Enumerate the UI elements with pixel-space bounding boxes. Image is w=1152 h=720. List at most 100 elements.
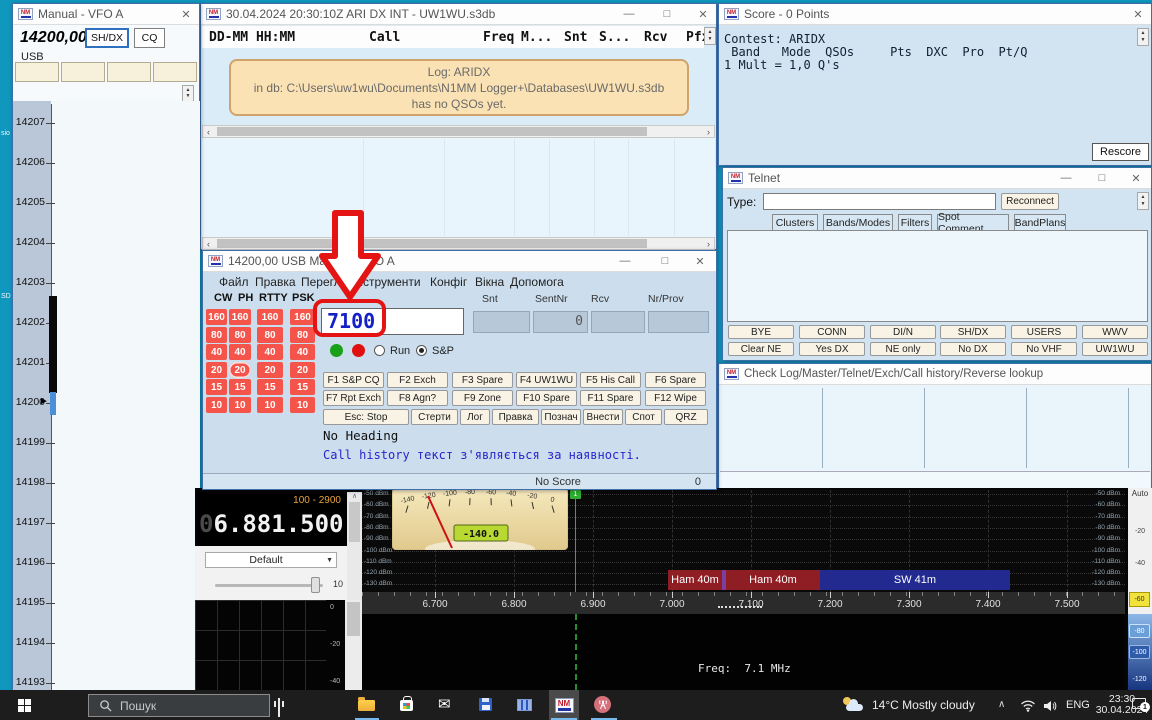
taskbar-item-mail[interactable]: ✉ [438,695,451,714]
band-button-CW-20[interactable]: 20 [206,362,227,378]
telnet-button-users[interactable]: USERS [1011,325,1077,339]
minimize-icon[interactable]: — [610,251,640,271]
telnet-button-nodx[interactable]: No DX [940,342,1006,356]
spot-button[interactable]: Спот [625,409,662,425]
log-column-header[interactable]: DD-MM HH:MM [209,30,295,45]
menu-help[interactable]: Допомога [510,275,564,289]
tab-clusters[interactable]: Clusters [772,214,818,230]
log-column-header[interactable]: Snt [564,30,587,45]
language-indicator[interactable]: ENG [1066,699,1090,711]
fkey-button-F12[interactable]: F12 Wipe [645,390,706,406]
band-button-RTTY-40[interactable]: 40 [257,344,283,360]
band-button-CW-80[interactable]: 80 [206,327,227,343]
close-icon[interactable]: ✕ [688,4,718,24]
telnet-button-din[interactable]: DI/N [870,325,936,339]
telnet-button-uw1wu[interactable]: UW1WU [1082,342,1148,356]
telnet-type-input[interactable] [763,193,996,210]
search-box[interactable]: Пошук [88,694,270,717]
menu-edit[interactable]: Правка [255,275,296,289]
telnet-button-yesdx[interactable]: Yes DX [799,342,865,356]
red-status-light[interactable] [352,344,365,357]
tab-bandplans[interactable]: BandPlans [1014,214,1066,230]
log-column-header[interactable]: S... [599,30,630,45]
band-button-PH-10[interactable]: 10 [229,397,251,413]
weather-widget[interactable] [843,697,865,713]
taskbar-item-n1mm-active[interactable]: NM [549,690,579,720]
band-button-PSK-160[interactable]: 160 [290,309,315,325]
band-button-PH-160[interactable]: 160 [229,309,251,325]
waterfall-panel[interactable]: Freq: 7.1 MHz [362,614,1125,690]
fkey-button-F5[interactable]: F5 His Call [580,372,641,388]
close-icon[interactable]: ✕ [1123,4,1152,24]
weather-text[interactable]: 14°C Mostly cloudy [872,698,975,712]
minimize-icon[interactable]: — [1051,168,1081,188]
maximize-icon[interactable]: □ [1087,168,1117,188]
telnet-button-bye[interactable]: BYE [728,325,794,339]
telnet-output-pane[interactable] [727,230,1148,322]
band-button-RTTY-160[interactable]: 160 [257,309,283,325]
band-button-PSK-20[interactable]: 20 [290,362,315,378]
telnet-button-novhf[interactable]: No VHF [1011,342,1077,356]
telnet-button-neonly[interactable]: NE only [870,342,936,356]
maximize-icon[interactable]: □ [650,251,680,271]
waterfall-tuning-line[interactable] [575,614,577,690]
spin-up-icon[interactable]: ▲ [1141,195,1146,200]
scrollbar-thumb[interactable] [217,239,647,248]
fkey-button-F2[interactable]: F2 Exch [387,372,448,388]
mark-button[interactable]: Познач [541,409,581,425]
score-spinner[interactable]: ▲ ▼ [1137,28,1149,46]
run-radio-label[interactable]: Run [390,345,410,357]
sp-radio-label[interactable]: S&P [432,345,454,357]
band-button-CW-40[interactable]: 40 [206,344,227,360]
band-button-CW-15[interactable]: 15 [206,379,227,395]
tab-filters[interactable]: Filters [898,214,932,230]
edit-button[interactable]: Правка [492,409,539,425]
fkey-button-F3[interactable]: F3 Spare [452,372,513,388]
fkey-button-F4[interactable]: F4 UW1WU [516,372,577,388]
store-button[interactable]: Внести [583,409,623,425]
menu-file[interactable]: Файл [219,275,249,289]
log-column-header[interactable]: Rcv [644,30,667,45]
band-button-RTTY-80[interactable]: 80 [257,327,283,343]
band-button-PH-15[interactable]: 15 [229,379,251,395]
log-column-header[interactable]: M... [521,30,552,45]
taskbar-item-explorer[interactable] [358,696,375,711]
log-spinner[interactable]: ▲ ▼ [704,27,716,45]
profile-dropdown[interactable]: Default ▼ [205,552,337,568]
auto-gain-label[interactable]: Auto [1128,488,1152,498]
log-hscrollbar2[interactable]: ‹ › [202,237,715,250]
scroll-left-icon[interactable]: ‹ [203,238,214,249]
volume-tray-item[interactable] [1043,699,1058,717]
menu-windows[interactable]: Вікна [475,275,504,289]
fkey-button-F9[interactable]: F9 Zone [452,390,513,406]
rescore-button[interactable]: Rescore [1092,143,1149,161]
wipe-button[interactable]: Стерти [411,409,458,425]
telnet-button-wwv[interactable]: WWV [1082,325,1148,339]
scrollbar-thumb[interactable] [347,602,360,636]
band-button-CW-10[interactable]: 10 [206,397,227,413]
frequency-scale[interactable]: 6.7006.8006.9007.0007.1007.2007.3007.400… [362,592,1125,614]
sdr-frequency-display[interactable]: 06.881.500 [199,510,344,538]
band-button-PSK-80[interactable]: 80 [290,327,315,343]
snt-field[interactable] [473,311,530,333]
task-view-button[interactable] [278,699,280,717]
spin-down-icon[interactable]: ▼ [1141,38,1146,43]
log-column-header[interactable]: Call [369,30,400,45]
qrz-button[interactable]: QRZ [664,409,708,425]
green-status-light[interactable] [330,344,343,357]
band-button-RTTY-20[interactable]: 20 [257,362,283,378]
reconnect-button[interactable]: Reconnect [1001,193,1059,210]
shdx-button[interactable]: SH/DX [85,28,129,48]
spin-up-icon[interactable]: ▲ [186,88,191,93]
menu-config[interactable]: Конфіг [430,275,467,289]
fkey-button-F8[interactable]: F8 Agn? [387,390,448,406]
bandmap-slot[interactable] [107,62,151,82]
log-column-header[interactable]: Freq [483,30,514,45]
bandmap-slot[interactable] [153,62,197,82]
band-button-RTTY-10[interactable]: 10 [257,397,283,413]
caret-up-icon[interactable]: ∧ [347,492,362,500]
rcv-field[interactable] [591,311,645,333]
fkey-button-F7[interactable]: F7 Rpt Exch [323,390,384,406]
spin-up-icon[interactable]: ▲ [708,30,713,35]
taskbar-item-store[interactable] [400,696,413,711]
